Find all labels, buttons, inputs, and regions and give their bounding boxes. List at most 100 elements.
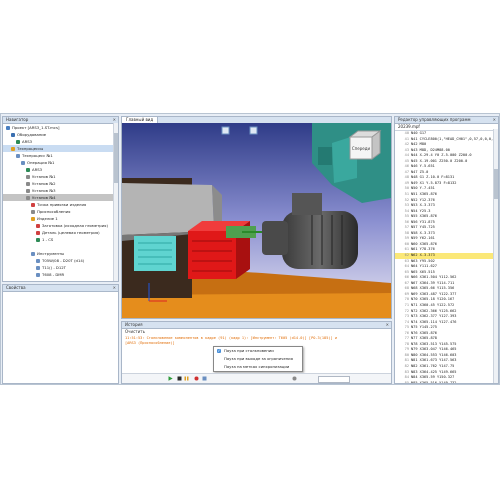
tree-item[interactable]: Установ №3 — [3, 187, 118, 194]
play-icon[interactable] — [168, 376, 173, 381]
code-text: N72 X362.366 Y125.662 — [411, 308, 457, 313]
vise-jaw-red — [188, 231, 236, 279]
tree-item[interactable]: Приспособления — [3, 208, 118, 215]
navigator-scrollbar[interactable] — [113, 123, 118, 281]
home-icon[interactable] — [221, 126, 230, 135]
close-icon[interactable]: ✕ — [493, 117, 496, 123]
pause-on-sync-option[interactable]: Пауза на метках синхронизации — [214, 363, 302, 371]
code-text: N70 X365.18 Y120.167 — [411, 297, 455, 302]
tree-node-icon — [31, 217, 35, 221]
tree-node-icon — [26, 196, 30, 200]
code-text: N52 Y12.376 — [411, 197, 435, 202]
code-text: N48 G1 Z-10.0 F=8131 — [411, 175, 455, 180]
code-text: N83 X364.425 Y149.665 — [411, 369, 457, 374]
tree-node-icon — [26, 182, 30, 186]
tree-item-label: Проект [ARS3_1.ST.mcs] — [12, 125, 60, 130]
tree-item[interactable]: Операция №1 — [3, 159, 118, 166]
tree-item[interactable]: Инструменты — [3, 250, 118, 257]
tree-node-icon — [16, 154, 20, 158]
tree-item-label: Установ №3 — [32, 188, 56, 193]
speed-slider[interactable] — [318, 376, 350, 383]
fit-view-icon[interactable] — [249, 126, 258, 135]
code-text: N43 M8D, D24M88.00 — [411, 147, 450, 152]
tree-item[interactable]: Изделие 1 — [3, 215, 118, 222]
tree-item[interactable]: 1 - CS — [3, 236, 118, 243]
tree-node-icon — [36, 231, 40, 235]
tree-item[interactable]: Оборудование — [3, 131, 118, 138]
tree-item-label: T608 - DMR — [42, 272, 65, 277]
tree-node-icon — [16, 140, 20, 144]
view-cube-icon[interactable]: Спереди — [348, 130, 382, 160]
tree-item-label: T05W/08 - D20T (d14) — [42, 258, 85, 263]
tree-node-icon — [26, 175, 30, 179]
tree-item-label: Установ №1 — [32, 174, 56, 179]
code-text: N78 X363.513 Y145.575 — [411, 341, 457, 346]
tree-item[interactable]: T05W/08 - D20T (d14) — [3, 257, 118, 264]
tree-node-icon — [31, 203, 35, 207]
tree-node-icon — [31, 252, 35, 256]
record-icon[interactable] — [194, 376, 199, 381]
code-text: N65 X65.515 — [411, 269, 435, 274]
tree-node-icon — [21, 161, 25, 165]
properties-panel: Свойства ✕ — [2, 284, 119, 384]
simulation-controls — [122, 373, 391, 383]
code-lines[interactable]: 40 N40 G17 41 N41 CYCLE800(1,"HEAD_CH01",0,… — [395, 131, 498, 383]
tree-item[interactable]: Установ №2 — [3, 180, 118, 187]
code-text: N81 X361.673 Y147.563 — [411, 358, 457, 363]
close-icon[interactable]: ✕ — [386, 322, 389, 328]
code-text: N54 Y25.3 — [411, 208, 431, 213]
history-title: История — [125, 322, 143, 327]
code-text: N69 X363.487 Y122.377 — [411, 291, 457, 296]
machine-scene[interactable]: Спереди — [122, 123, 391, 318]
close-icon[interactable]: ✕ — [113, 285, 116, 291]
tree-item[interactable]: Техпроцессы — [3, 145, 118, 152]
tree-item[interactable]: Деталь (целевая геометрия) — [3, 229, 118, 236]
code-text: N47 Z5.0 — [411, 169, 429, 174]
navigator-title: Навигатор — [6, 117, 29, 122]
main-3d-view[interactable]: Главный вид Спереди — [121, 116, 392, 319]
pause-on-limits-option[interactable]: Пауза при выходе за ограничения — [214, 355, 302, 363]
tree-item[interactable]: Проект [ARS3_1.ST.mcs] — [3, 124, 118, 131]
stop-icon[interactable] — [177, 376, 182, 381]
pause-on-collision-option[interactable]: ✓ Пауза при столкновении — [214, 347, 302, 355]
spindle-motor — [282, 211, 358, 269]
code-text: N60 X365.876 — [411, 241, 437, 246]
vise-jaw-cyan — [134, 236, 176, 271]
step-icon[interactable] — [202, 376, 207, 381]
code-text: N57 Y45.725 — [411, 225, 435, 230]
tree-node-icon — [36, 259, 40, 263]
code-line[interactable]: 85 N85 X365.516 Y149.732 — [395, 381, 498, 383]
cam-application: Навигатор ✕ Проект [ARS3_1.ST.mcs] Оборуд… — [0, 113, 500, 385]
properties-header: Свойства ✕ — [3, 285, 118, 292]
tree-item[interactable]: T11() - D12T — [3, 264, 118, 271]
tree-item[interactable]: Установ №1 — [3, 173, 118, 180]
tree-item[interactable]: ARS3 — [3, 138, 118, 145]
tree-item[interactable]: ARS3 — [3, 166, 118, 173]
code-text: N74 X365.114 Y127.476 — [411, 319, 457, 324]
code-text: N51 X365.876 — [411, 192, 437, 197]
tree-item-label: Техпроцессы — [17, 146, 44, 151]
tree-node-icon — [36, 273, 40, 277]
tree-item[interactable]: Точка привязки изделия — [3, 201, 118, 208]
tree-item-label: ARS3 — [22, 139, 33, 144]
editor-scrollbar[interactable] — [493, 129, 498, 383]
code-text: N55 X365.876 — [411, 214, 437, 219]
code-text: N75 Y145.275 — [411, 325, 437, 330]
tree-item-label: Точка привязки изделия — [37, 202, 87, 207]
pause-icon[interactable] — [184, 376, 189, 381]
tree-item-label: Операция №1 — [27, 160, 55, 165]
editor-filename[interactable]: 20239.mpf — [395, 124, 498, 131]
tree-item[interactable]: Техпроцесс №1 — [3, 152, 118, 159]
tree-item[interactable] — [3, 243, 118, 250]
tree-item[interactable]: Установ №4 — [3, 194, 118, 201]
tree-item[interactable]: Заготовка (исходная геометрия) — [3, 222, 118, 229]
settings-icon[interactable] — [292, 376, 297, 381]
tree-item-label: Оборудование — [17, 132, 47, 137]
tree-item-label: Инструменты — [37, 251, 65, 256]
tree-item[interactable]: T608 - DMR — [3, 271, 118, 278]
code-text: N61 Y78.376 — [411, 247, 435, 252]
history-panel: История ✕ Очистить 11:51:53: Столкновени… — [121, 321, 392, 384]
tree-item-label: ARS3 — [32, 167, 43, 172]
properties-title: Свойства — [6, 285, 26, 290]
tree-node-icon — [11, 133, 15, 137]
